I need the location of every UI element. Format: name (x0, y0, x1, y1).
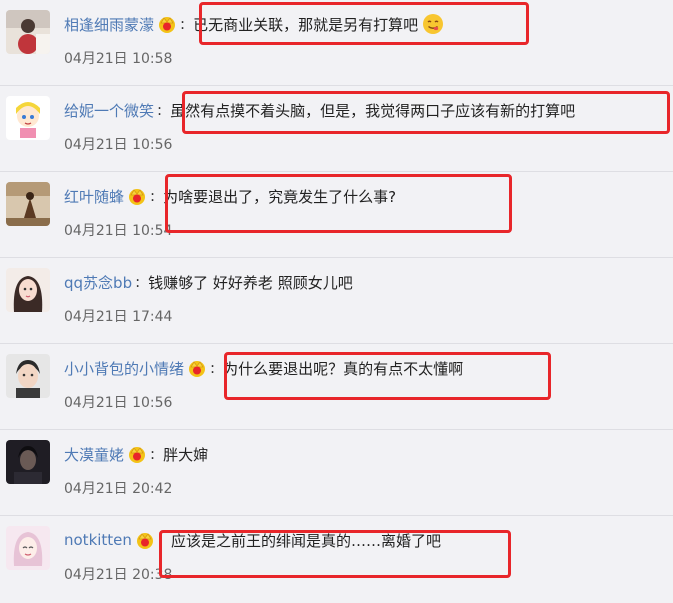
username[interactable]: notkitten (64, 531, 132, 549)
highlight-box (159, 530, 511, 578)
avatar[interactable] (6, 440, 50, 484)
comment-item: 给妮一个微笑 : 虽然有点摸不着头脑，但是，我觉得两口子应该有新的打算吧 04月… (0, 86, 673, 172)
comment-item: 相逢细雨蒙濛 : 已无商业关联，那就是另有打算吧 04月21日 10:58 (0, 0, 673, 86)
highlight-box (182, 91, 670, 134)
crown-icon (159, 17, 176, 33)
crown-icon (129, 447, 146, 463)
username[interactable]: 相逢细雨蒙濛 (64, 14, 154, 35)
colon: : (180, 15, 186, 33)
colon: : (210, 359, 216, 377)
comment-item: notkitten : 应该是之前王的绯闻是真的……离婚了吧 04月21日 20… (0, 516, 673, 602)
timestamp: 04月21日 10:56 (64, 395, 173, 411)
crown-icon (136, 533, 153, 549)
crown-icon (129, 189, 146, 205)
timestamp: 04月21日 20:38 (64, 567, 173, 583)
username[interactable]: qq苏念bb (64, 272, 132, 293)
username[interactable]: 红叶随蜂 (64, 186, 124, 207)
avatar[interactable] (6, 10, 50, 54)
comment-item: 大漠童姥 : 胖大婶 04月21日 20:42 (0, 430, 673, 516)
user-line: qq苏念bb : 钱赚够了 好好养老 照顾女儿吧 (64, 270, 353, 294)
username[interactable]: 大漠童姥 (64, 444, 124, 465)
username[interactable]: 给妮一个微笑 (64, 100, 154, 121)
colon: : (150, 187, 156, 205)
timestamp: 04月21日 10:58 (64, 51, 173, 67)
avatar[interactable] (6, 354, 50, 398)
timestamp: 04月21日 10:56 (64, 137, 173, 153)
timestamp: 04月21日 10:54 (64, 223, 173, 239)
comment-list: 相逢细雨蒙濛 : 已无商业关联，那就是另有打算吧 04月21日 10:58 给妮… (0, 0, 673, 603)
colon: : (150, 445, 156, 463)
highlight-box (199, 2, 529, 45)
avatar[interactable] (6, 268, 50, 312)
comment-item: 红叶随蜂 : 为啥要退出了，究竟发生了什么事? 04月21日 10:54 (0, 172, 673, 258)
avatar[interactable] (6, 526, 50, 570)
highlight-box (165, 174, 512, 233)
crown-icon (189, 361, 206, 377)
avatar[interactable] (6, 182, 50, 226)
colon: : (157, 101, 163, 119)
timestamp: 04月21日 17:44 (64, 309, 173, 325)
comment-item: qq苏念bb : 钱赚够了 好好养老 照顾女儿吧 04月21日 17:44 (0, 258, 673, 344)
comment-text: 钱赚够了 好好养老 照顾女儿吧 (148, 273, 353, 292)
colon: : (135, 273, 141, 291)
username[interactable]: 小小背包的小情绪 (64, 358, 184, 379)
comment-item: 小小背包的小情绪 : 为什么要退出呢？真的有点不太懂啊 04月21日 10:56 (0, 344, 673, 430)
avatar[interactable] (6, 96, 50, 140)
comment-text: 胖大婶 (163, 445, 209, 464)
timestamp: 04月21日 20:42 (64, 481, 173, 497)
highlight-box (224, 352, 551, 400)
user-line: 大漠童姥 : 胖大婶 (64, 442, 208, 466)
